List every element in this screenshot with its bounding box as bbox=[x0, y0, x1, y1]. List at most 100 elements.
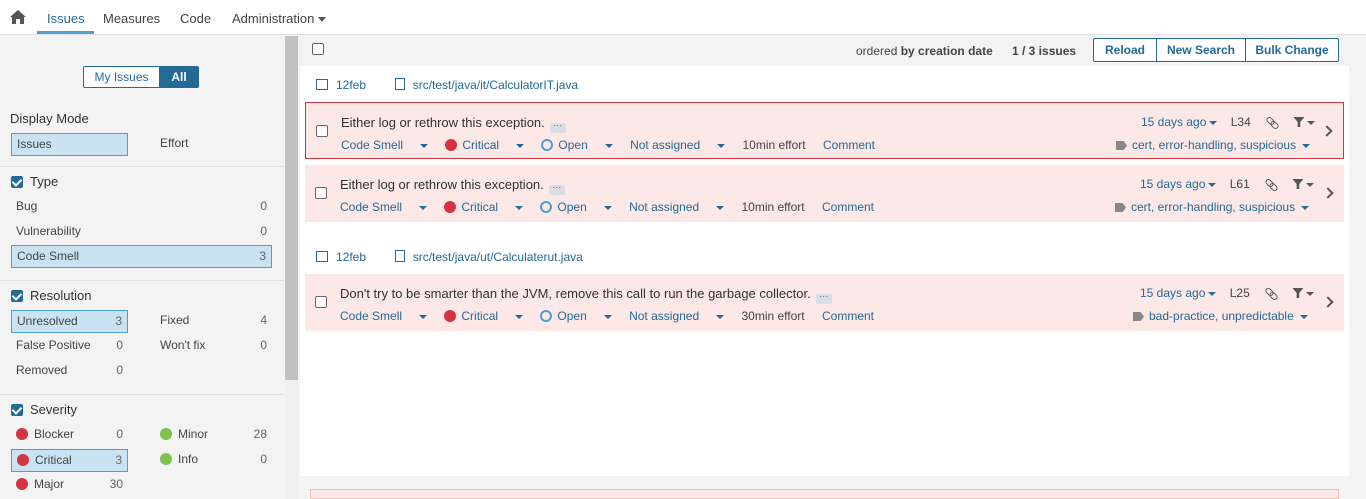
facet-item-count: 0 bbox=[116, 427, 123, 441]
display-mode-title: Display Mode bbox=[10, 111, 89, 126]
tab-measures[interactable]: Measures bbox=[103, 11, 160, 26]
more-dots-icon[interactable]: ··· bbox=[815, 292, 832, 304]
facet-item-minor[interactable]: Minor 28 bbox=[155, 424, 272, 447]
filter-dropdown[interactable] bbox=[1293, 115, 1316, 129]
issue-checkbox[interactable] bbox=[315, 296, 327, 308]
filter-dropdown[interactable] bbox=[1292, 286, 1315, 300]
issue-type-label: Code Smell bbox=[341, 138, 404, 152]
issue-message[interactable]: Either log or rethrow this exception. ··· bbox=[340, 177, 565, 195]
issue-line[interactable]: L61 bbox=[1230, 177, 1250, 191]
ordering-label[interactable]: ordered by creation date bbox=[856, 44, 993, 58]
severity-facet-checkbox[interactable] bbox=[11, 404, 23, 416]
my-issues-toggle[interactable]: My Issues bbox=[83, 66, 160, 88]
new-search-button[interactable]: New Search bbox=[1156, 38, 1246, 62]
file-link[interactable]: src/test/java/ut/Calculaterut.java bbox=[413, 250, 583, 264]
facet-item-removed[interactable]: Removed 0 bbox=[11, 360, 128, 383]
issue-status-dropdown[interactable]: Open bbox=[540, 200, 612, 214]
chevron-right-icon[interactable] bbox=[1321, 125, 1333, 137]
issue-severity-dropdown[interactable]: Critical bbox=[444, 309, 524, 323]
project-link[interactable]: 12feb bbox=[336, 250, 366, 264]
reload-button[interactable]: Reload bbox=[1093, 38, 1157, 62]
file-link[interactable]: src/test/java/it/CalculatorIT.java bbox=[413, 78, 578, 92]
home-icon[interactable] bbox=[10, 10, 26, 24]
issue-severity-dropdown[interactable]: Critical bbox=[444, 200, 524, 214]
facet-item-wont-fix[interactable]: Won't fix 0 bbox=[155, 335, 272, 358]
caret-down-icon bbox=[717, 143, 726, 148]
chevron-right-icon[interactable] bbox=[1322, 187, 1334, 199]
more-dots-icon[interactable]: ··· bbox=[548, 183, 565, 195]
tab-administration-label: Administration bbox=[232, 11, 315, 26]
severity-facet-title[interactable]: Severity bbox=[30, 402, 77, 417]
issue-checkbox[interactable] bbox=[316, 125, 328, 137]
issue-line[interactable]: L25 bbox=[1230, 286, 1250, 300]
issue-message[interactable]: Either log or rethrow this exception. ··· bbox=[341, 115, 566, 133]
facet-item-major[interactable]: Major 30 bbox=[11, 474, 128, 497]
issue-tags[interactable]: cert, error-handling, suspicious bbox=[1116, 138, 1311, 152]
facet-item-count: 3 bbox=[259, 249, 266, 263]
facet-item-unresolved[interactable]: Unresolved 3 bbox=[11, 310, 128, 333]
tab-code[interactable]: Code bbox=[180, 11, 211, 26]
issue-severity-dropdown[interactable]: Critical bbox=[445, 138, 525, 152]
issue-assignee-dropdown[interactable]: Not assigned bbox=[629, 200, 725, 214]
issue-age-dropdown[interactable]: 15 days ago bbox=[1140, 286, 1217, 300]
permalink-icon[interactable] bbox=[1265, 179, 1277, 189]
issue-line[interactable]: L34 bbox=[1231, 115, 1251, 129]
tab-issues[interactable]: Issues bbox=[47, 11, 85, 26]
facet-item-count: 3 bbox=[115, 314, 122, 328]
facet-item-label: Removed bbox=[16, 363, 68, 377]
filter-dropdown[interactable] bbox=[1292, 177, 1315, 191]
issue-age-dropdown[interactable]: 15 days ago bbox=[1141, 115, 1218, 129]
type-facet-checkbox[interactable] bbox=[11, 176, 23, 188]
issue-type-dropdown[interactable]: Code Smell bbox=[340, 200, 428, 214]
select-all-checkbox[interactable] bbox=[312, 43, 324, 55]
type-facet-title[interactable]: Type bbox=[30, 174, 58, 189]
issue-severity-label: Critical bbox=[461, 309, 499, 323]
caret-down-icon bbox=[716, 314, 725, 319]
issue-message[interactable]: Don't try to be smarter than the JVM, re… bbox=[340, 286, 832, 304]
issue-comment-link[interactable]: Comment bbox=[822, 200, 874, 214]
facet-item-info[interactable]: Info 0 bbox=[155, 449, 272, 472]
issue-status-dropdown[interactable]: Open bbox=[540, 309, 612, 323]
bulk-change-button[interactable]: Bulk Change bbox=[1245, 38, 1339, 62]
facet-item-blocker[interactable]: Blocker 0 bbox=[11, 424, 128, 447]
issue-age-label: 15 days ago bbox=[1141, 115, 1207, 129]
issue-assignee-dropdown[interactable]: Not assigned bbox=[630, 138, 726, 152]
issue-comment-link[interactable]: Comment bbox=[823, 138, 875, 152]
issue-checkbox[interactable] bbox=[315, 187, 327, 199]
top-navigation: Issues Measures Code Administration bbox=[0, 0, 1366, 35]
filter-icon bbox=[1292, 179, 1304, 189]
project-link[interactable]: 12feb bbox=[336, 78, 366, 92]
divider bbox=[0, 166, 284, 167]
issue-status-dropdown[interactable]: Open bbox=[541, 138, 613, 152]
issue-assignee-label: Not assigned bbox=[630, 138, 701, 152]
facet-item-fixed[interactable]: Fixed 4 bbox=[155, 310, 272, 333]
issue-type-dropdown[interactable]: Code Smell bbox=[341, 138, 429, 152]
issue-age-dropdown[interactable]: 15 days ago bbox=[1140, 177, 1217, 191]
issue-comment-link[interactable]: Comment bbox=[822, 309, 874, 323]
facet-item-bug[interactable]: Bug 0 bbox=[11, 196, 272, 219]
more-dots-icon[interactable]: ··· bbox=[549, 121, 566, 133]
tab-administration[interactable]: Administration bbox=[232, 11, 327, 26]
facet-item-critical[interactable]: Critical 3 bbox=[11, 449, 128, 472]
issue-card[interactable]: Either log or rethrow this exception. ···… bbox=[305, 102, 1344, 159]
issue-tags[interactable]: cert, error-handling, suspicious bbox=[1115, 200, 1310, 214]
issue-type-dropdown[interactable]: Code Smell bbox=[340, 309, 428, 323]
issue-card[interactable]: Either log or rethrow this exception. ···… bbox=[305, 165, 1344, 222]
sidebar-scrollbar-thumb[interactable] bbox=[285, 36, 298, 380]
display-mode-effort[interactable]: Effort bbox=[155, 133, 272, 156]
permalink-icon[interactable] bbox=[1266, 117, 1278, 127]
permalink-icon[interactable] bbox=[1265, 288, 1277, 298]
display-mode-issues[interactable]: Issues bbox=[11, 133, 128, 156]
all-issues-toggle[interactable]: All bbox=[159, 66, 199, 88]
chevron-right-icon[interactable] bbox=[1322, 296, 1334, 308]
resolution-facet-title[interactable]: Resolution bbox=[30, 288, 91, 303]
facet-item-vulnerability[interactable]: Vulnerability 0 bbox=[11, 221, 272, 244]
issue-right-meta: 15 days ago L34 bbox=[1141, 115, 1316, 129]
issue-assignee-dropdown[interactable]: Not assigned bbox=[629, 309, 725, 323]
display-mode-effort-label: Effort bbox=[160, 136, 189, 150]
issue-tags[interactable]: bad-practice, unpredictable bbox=[1133, 309, 1308, 323]
facet-item-false-positive[interactable]: False Positive 0 bbox=[11, 335, 128, 358]
facet-item-code-smell[interactable]: Code Smell 3 bbox=[11, 245, 272, 268]
issue-card[interactable]: Don't try to be smarter than the JVM, re… bbox=[305, 274, 1344, 331]
resolution-facet-checkbox[interactable] bbox=[11, 290, 23, 302]
